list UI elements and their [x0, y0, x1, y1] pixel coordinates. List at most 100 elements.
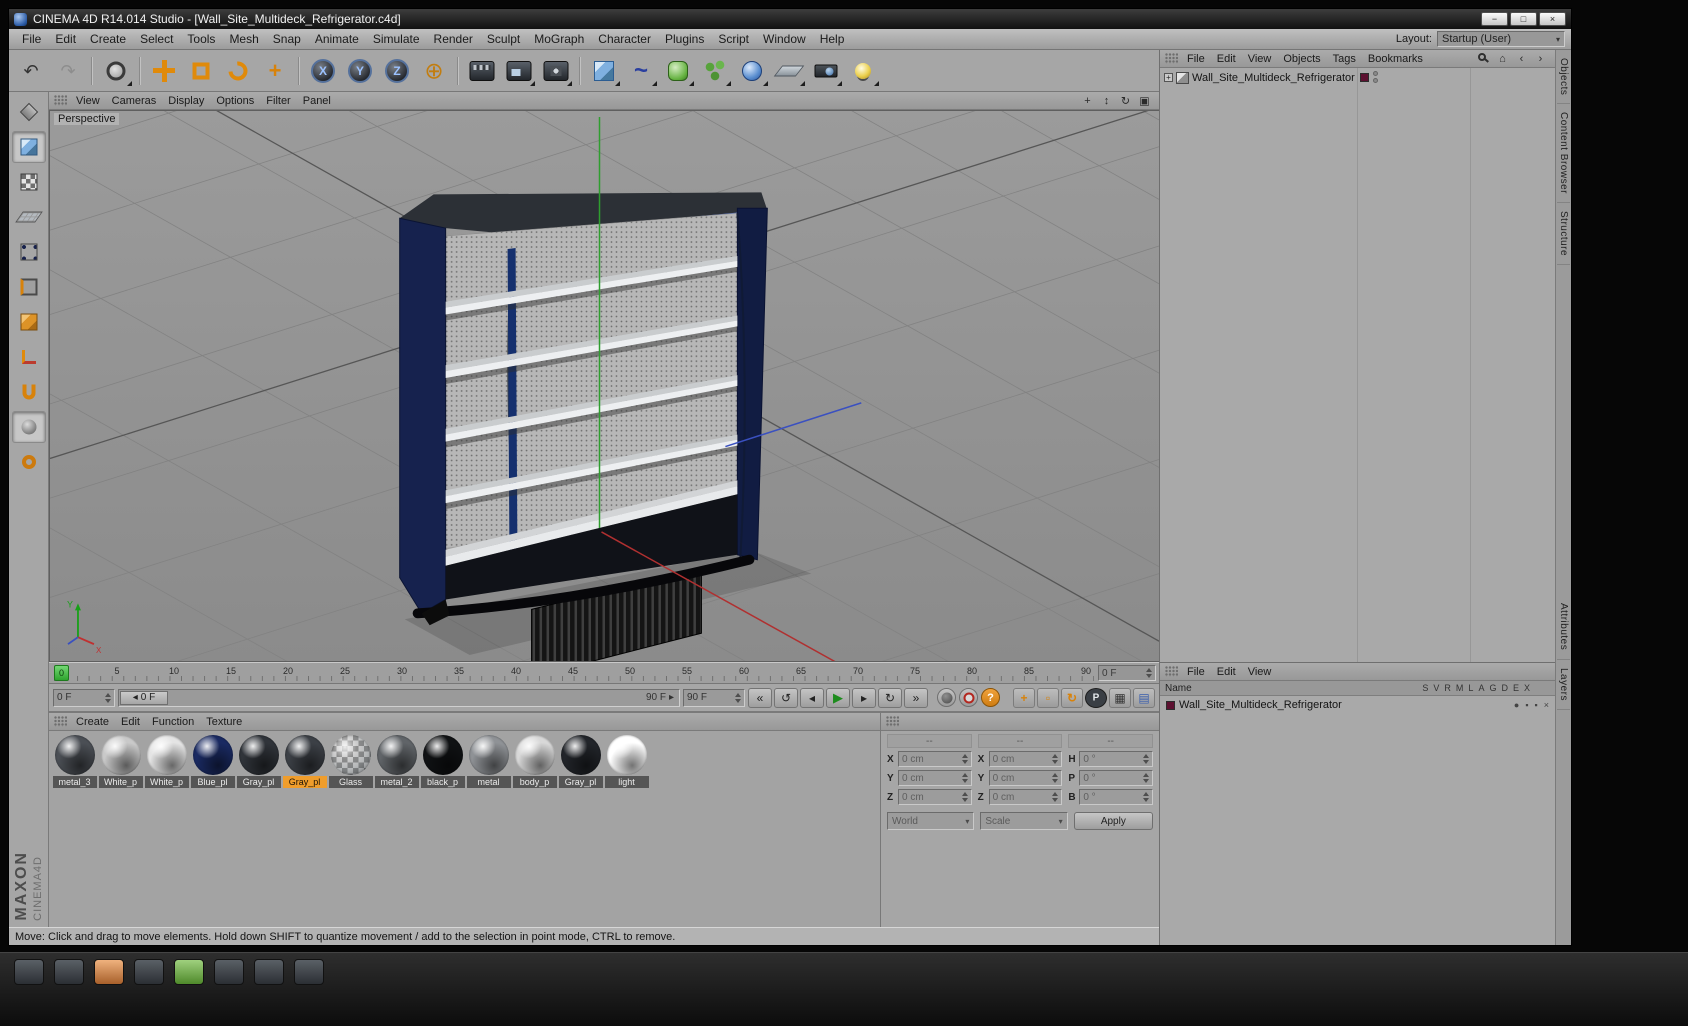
render-view[interactable]: [464, 54, 500, 88]
title-bar[interactable]: CINEMA 4D R14.014 Studio - [Wall_Site_Mu…: [9, 9, 1571, 29]
om-menu-item[interactable]: Bookmarks: [1362, 52, 1429, 66]
subdivision-surface[interactable]: [660, 54, 696, 88]
menu-item[interactable]: Render: [427, 30, 480, 48]
stepper[interactable]: [1142, 754, 1149, 764]
layer-menu-item[interactable]: Edit: [1211, 665, 1242, 679]
menu-item[interactable]: Create: [83, 30, 133, 48]
body_p[interactable]: body_p: [512, 735, 557, 788]
Gray_pl[interactable]: Gray_pl: [282, 735, 327, 788]
range-handle[interactable]: ◂ 0 F: [120, 690, 168, 705]
column-letter[interactable]: G: [1489, 683, 1496, 693]
end-frame-field[interactable]: 90 F: [683, 688, 745, 707]
object-tree[interactable]: + Wall_Site_Multideck_Refrigerator: [1160, 68, 1555, 662]
mini-rotate[interactable]: ↻: [1061, 687, 1083, 708]
White_p[interactable]: White_p: [98, 735, 143, 788]
windows-taskbar[interactable]: [0, 952, 1688, 1026]
texture-mode[interactable]: [12, 166, 46, 198]
coord-field[interactable]: 0 cm: [898, 751, 972, 767]
deformer-sphere[interactable]: [734, 54, 770, 88]
mograph-cloner[interactable]: [697, 54, 733, 88]
current-frame-field[interactable]: 0 F: [53, 688, 115, 707]
object-row[interactable]: + Wall_Site_Multideck_Refrigerator: [1160, 68, 1555, 85]
home[interactable]: ⌂: [1494, 51, 1511, 66]
menu-item[interactable]: Sculpt: [480, 30, 527, 48]
light[interactable]: light: [604, 735, 649, 788]
minimize-button[interactable]: −: [1481, 12, 1508, 26]
move-tool[interactable]: [146, 54, 182, 88]
metal_2[interactable]: metal_2: [374, 735, 419, 788]
axis-mode[interactable]: [12, 341, 46, 373]
taskbar-icon[interactable]: [254, 959, 284, 985]
rotate-view[interactable]: ↻: [1117, 93, 1134, 108]
Gray_pl[interactable]: Gray_pl: [236, 735, 281, 788]
record-keyframe[interactable]: [937, 688, 956, 707]
points-mode[interactable]: [12, 236, 46, 268]
material-menu-item[interactable]: Texture: [200, 715, 248, 729]
name-column-header[interactable]: Name: [1165, 683, 1192, 694]
Glass[interactable]: Glass: [328, 735, 373, 788]
Blue_pl[interactable]: Blue_pl: [190, 735, 235, 788]
panel-grip[interactable]: [1165, 53, 1178, 64]
panel-grip[interactable]: [886, 716, 899, 727]
side-tab[interactable]: Objects: [1557, 50, 1570, 105]
viewport-menu-item[interactable]: View: [70, 94, 106, 108]
toggle-layout[interactable]: ▣: [1136, 93, 1153, 108]
viewport-menu-item[interactable]: Display: [162, 94, 210, 108]
modeling-axis[interactable]: [12, 446, 46, 478]
search[interactable]: [1475, 51, 1492, 66]
menu-item[interactable]: Tools: [180, 30, 222, 48]
scale-tool[interactable]: [183, 54, 219, 88]
workplane-mode[interactable]: [12, 201, 46, 233]
scale-dropdown[interactable]: Scale ▾: [980, 812, 1068, 830]
menu-item[interactable]: MoGraph: [527, 30, 591, 48]
layer-row[interactable]: Wall_Site_Multideck_Refrigerator ● ▪ ▪ ×: [1160, 696, 1555, 713]
tag-a[interactable]: ▪: [1525, 700, 1528, 710]
dolly-view[interactable]: ↕: [1098, 93, 1115, 108]
next-frame[interactable]: ▸: [852, 687, 876, 708]
tag-b[interactable]: ▪: [1535, 700, 1538, 710]
lock-y[interactable]: Y: [342, 54, 378, 88]
side-tab[interactable]: Layers: [1557, 660, 1570, 710]
stepper[interactable]: [1052, 773, 1059, 783]
column-letter[interactable]: S: [1422, 683, 1428, 693]
panel-grip[interactable]: [54, 716, 67, 727]
next-key[interactable]: ↻: [878, 687, 902, 708]
menu-item[interactable]: File: [15, 30, 48, 48]
make-editable[interactable]: [12, 96, 46, 128]
column-letter[interactable]: E: [1513, 683, 1519, 693]
coord-system[interactable]: ⊕: [416, 54, 452, 88]
lock-z[interactable]: Z: [379, 54, 415, 88]
last-tool[interactable]: +: [257, 54, 293, 88]
taskbar-icon[interactable]: [54, 959, 84, 985]
om-menu-item[interactable]: Edit: [1211, 52, 1242, 66]
render-picture-viewer[interactable]: [501, 54, 537, 88]
rotate-tool[interactable]: [220, 54, 256, 88]
edges-mode[interactable]: [12, 271, 46, 303]
coords-toggle[interactable]: P: [1085, 687, 1107, 708]
frame-range-slider[interactable]: ◂ 0 F 90 F ▸: [118, 688, 680, 707]
lock-x[interactable]: X: [305, 54, 341, 88]
goto-end[interactable]: »: [904, 687, 928, 708]
material-menu-item[interactable]: Create: [70, 715, 115, 729]
column-letter[interactable]: A: [1478, 683, 1484, 693]
cube-primitive[interactable]: [586, 54, 622, 88]
metal_3[interactable]: metal_3: [52, 735, 97, 788]
snap-settings[interactable]: ▦: [1109, 687, 1131, 708]
menu-item[interactable]: Simulate: [366, 30, 427, 48]
nav-prev[interactable]: ‹: [1513, 51, 1530, 66]
side-tab[interactable]: Attributes: [1557, 595, 1570, 660]
coord-field[interactable]: 0 °: [1079, 770, 1153, 786]
autokey[interactable]: [959, 688, 978, 707]
layer-menu-item[interactable]: View: [1242, 665, 1278, 679]
Gray_pl[interactable]: Gray_pl: [558, 735, 603, 788]
viewport-menu-item[interactable]: Panel: [297, 94, 337, 108]
camera-object[interactable]: [808, 54, 844, 88]
viewport-menu-item[interactable]: Filter: [260, 94, 296, 108]
menu-item[interactable]: Select: [133, 30, 180, 48]
panel-grip[interactable]: [1165, 666, 1178, 677]
taskbar-icon[interactable]: [294, 959, 324, 985]
previous-frame[interactable]: ◂: [800, 687, 824, 708]
redo[interactable]: ↷: [50, 54, 86, 88]
column-letter[interactable]: R: [1444, 683, 1451, 693]
stepper[interactable]: [1052, 792, 1059, 802]
